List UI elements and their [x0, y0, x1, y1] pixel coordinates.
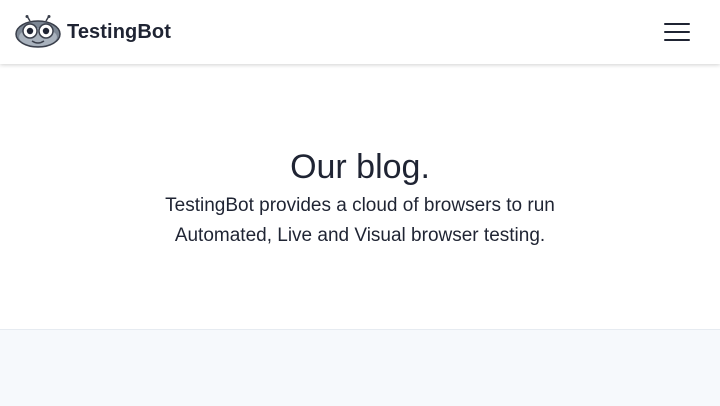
hero-section: Our blog. TestingBot provides a cloud of… [0, 64, 720, 329]
page-title: Our blog. [290, 148, 430, 186]
menu-bar [664, 39, 690, 41]
brand-logo-link[interactable]: TestingBot [15, 15, 171, 49]
menu-bar [664, 31, 690, 33]
site-header: TestingBot [0, 0, 720, 64]
blog-content-section [0, 329, 720, 406]
menu-bar [664, 23, 690, 25]
brand-name: TestingBot [67, 20, 171, 43]
page-subtitle: TestingBot provides a cloud of browsers … [165, 195, 555, 246]
robot-logo-icon [15, 15, 61, 48]
hamburger-menu-icon[interactable] [664, 20, 690, 44]
